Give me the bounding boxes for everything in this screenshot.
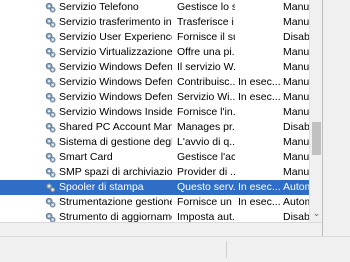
vertical-scrollbar[interactable]: ⌄ bbox=[309, 0, 323, 222]
statusbar-section-divider bbox=[226, 241, 227, 258]
gears-icon bbox=[45, 137, 56, 148]
service-name: Servizio User Experience Virt... bbox=[59, 31, 172, 43]
service-status: In esec... bbox=[238, 76, 281, 88]
service-row[interactable]: SMP spazi di archiviazione ... Provider d… bbox=[0, 165, 309, 180]
service-description: Fornisce il su... bbox=[177, 31, 235, 43]
service-row[interactable]: Strumento di aggiornament... Imposta aut.… bbox=[0, 210, 309, 222]
service-name: Shared PC Account Manager bbox=[59, 121, 172, 133]
service-description: Provider di ... bbox=[177, 166, 235, 178]
gears-icon bbox=[45, 32, 56, 43]
gears-icon bbox=[45, 122, 56, 133]
service-description: Trasferisce i ... bbox=[177, 16, 235, 28]
service-description: Imposta aut... bbox=[177, 211, 235, 222]
service-name: Servizio Windows Defender ... bbox=[59, 76, 172, 88]
service-description: Gestisce lo s... bbox=[177, 1, 235, 13]
gears-icon bbox=[45, 2, 56, 13]
gears-icon bbox=[45, 212, 56, 222]
service-name: Servizio Windows Insider bbox=[59, 106, 172, 118]
gears-icon bbox=[45, 197, 56, 208]
service-startup-type: Manua bbox=[283, 46, 309, 58]
services-list[interactable]: Servizio TelefonoGestisce lo s...ManuaSe… bbox=[0, 0, 309, 222]
service-description: Contribuisc... bbox=[177, 76, 235, 88]
gears-icon bbox=[45, 92, 56, 103]
service-row[interactable]: Sistema di gestione degli ac... L'avvio d… bbox=[0, 135, 309, 150]
service-startup-type: Manua bbox=[283, 151, 309, 163]
service-row[interactable]: Servizio Virtualizzazione Des... Offre un… bbox=[0, 45, 309, 60]
service-status: In esec... bbox=[238, 91, 281, 103]
service-row[interactable]: Servizio trasferimento intelli... Trasfer… bbox=[0, 15, 309, 30]
service-row[interactable]: Servizio Windows Defender ... Contribuisc… bbox=[0, 75, 309, 90]
service-startup-type: Disabil bbox=[283, 211, 309, 222]
service-startup-type: Manua bbox=[283, 76, 309, 88]
gears-icon bbox=[45, 77, 56, 88]
service-name: Spooler di stampa bbox=[59, 181, 144, 193]
service-row[interactable]: Servizio Windows Defender ... Servizio Wi… bbox=[0, 90, 309, 105]
service-name: Servizio Telefono bbox=[59, 1, 139, 13]
service-name: Servizio trasferimento intelli... bbox=[59, 16, 172, 28]
service-startup-type: Manua bbox=[283, 166, 309, 178]
service-name: Servizio Virtualizzazione Des... bbox=[59, 46, 172, 58]
service-description: Offre una pi... bbox=[177, 46, 235, 58]
service-row[interactable]: Servizio Windows Insider Fornisce l'in...… bbox=[0, 105, 309, 120]
service-startup-type: Manua bbox=[283, 1, 309, 13]
service-name: Strumento di aggiornament... bbox=[59, 211, 172, 222]
service-startup-type: Disabil bbox=[283, 121, 309, 133]
service-name: SMP spazi di archiviazione ... bbox=[59, 166, 172, 178]
status-bar bbox=[0, 237, 350, 262]
gears-icon bbox=[45, 17, 56, 28]
service-startup-type: Autom bbox=[283, 181, 309, 193]
service-startup-type: Manua bbox=[283, 106, 309, 118]
service-row[interactable]: Servizio Telefono Gestisce lo s... Manua bbox=[0, 0, 309, 15]
list-right-border bbox=[322, 0, 323, 236]
gears-icon bbox=[45, 167, 56, 178]
service-row[interactable]: Smart Card Gestisce l'ac... Manua bbox=[0, 150, 309, 165]
service-description: Fornisce l'in... bbox=[177, 106, 235, 118]
service-description: L'avvio di q... bbox=[177, 136, 235, 148]
service-startup-type: Manua bbox=[283, 136, 309, 148]
service-row[interactable]: Spooler di stampa Questo serv...In esec..… bbox=[0, 180, 309, 195]
service-row[interactable]: Servizio Windows Defender ... Il servizio… bbox=[0, 60, 309, 75]
scrollbar-thumb[interactable] bbox=[312, 122, 321, 155]
service-startup-type: Manua bbox=[283, 16, 309, 28]
service-description: Manages pr... bbox=[177, 121, 235, 133]
service-startup-type: Disabil bbox=[283, 31, 309, 43]
service-row[interactable]: Servizio User Experience Virt... Fornisce… bbox=[0, 30, 309, 45]
service-startup-type: Manua bbox=[283, 91, 309, 103]
service-name: Sistema di gestione degli ac... bbox=[59, 136, 172, 148]
gears-icon bbox=[45, 182, 56, 193]
gears-icon bbox=[45, 62, 56, 73]
service-description: Questo serv... bbox=[177, 181, 235, 193]
service-name: Servizio Windows Defender ... bbox=[59, 91, 172, 103]
gears-icon bbox=[45, 107, 56, 118]
gears-icon bbox=[45, 47, 56, 58]
service-description: Il servizio W... bbox=[177, 61, 235, 73]
gears-icon bbox=[45, 152, 56, 163]
service-name: Smart Card bbox=[59, 151, 113, 163]
service-description: Fornisce un ... bbox=[177, 196, 235, 208]
service-description: Gestisce l'ac... bbox=[177, 151, 235, 163]
service-name: Servizio Windows Defender ... bbox=[59, 61, 172, 73]
service-description: Servizio Wi... bbox=[177, 91, 235, 103]
service-row[interactable]: Shared PC Account Manager Manages pr... Di… bbox=[0, 120, 309, 135]
service-startup-type: Manua bbox=[283, 61, 309, 73]
horizontal-scrollbar[interactable] bbox=[0, 223, 322, 236]
service-status: In esec... bbox=[238, 181, 281, 193]
service-name: Strumentazione gestione Wi... bbox=[59, 196, 172, 208]
service-status: In esec... bbox=[238, 196, 281, 208]
service-row[interactable]: Strumentazione gestione Wi... Fornisce un… bbox=[0, 195, 309, 210]
service-startup-type: Autom bbox=[283, 196, 309, 208]
